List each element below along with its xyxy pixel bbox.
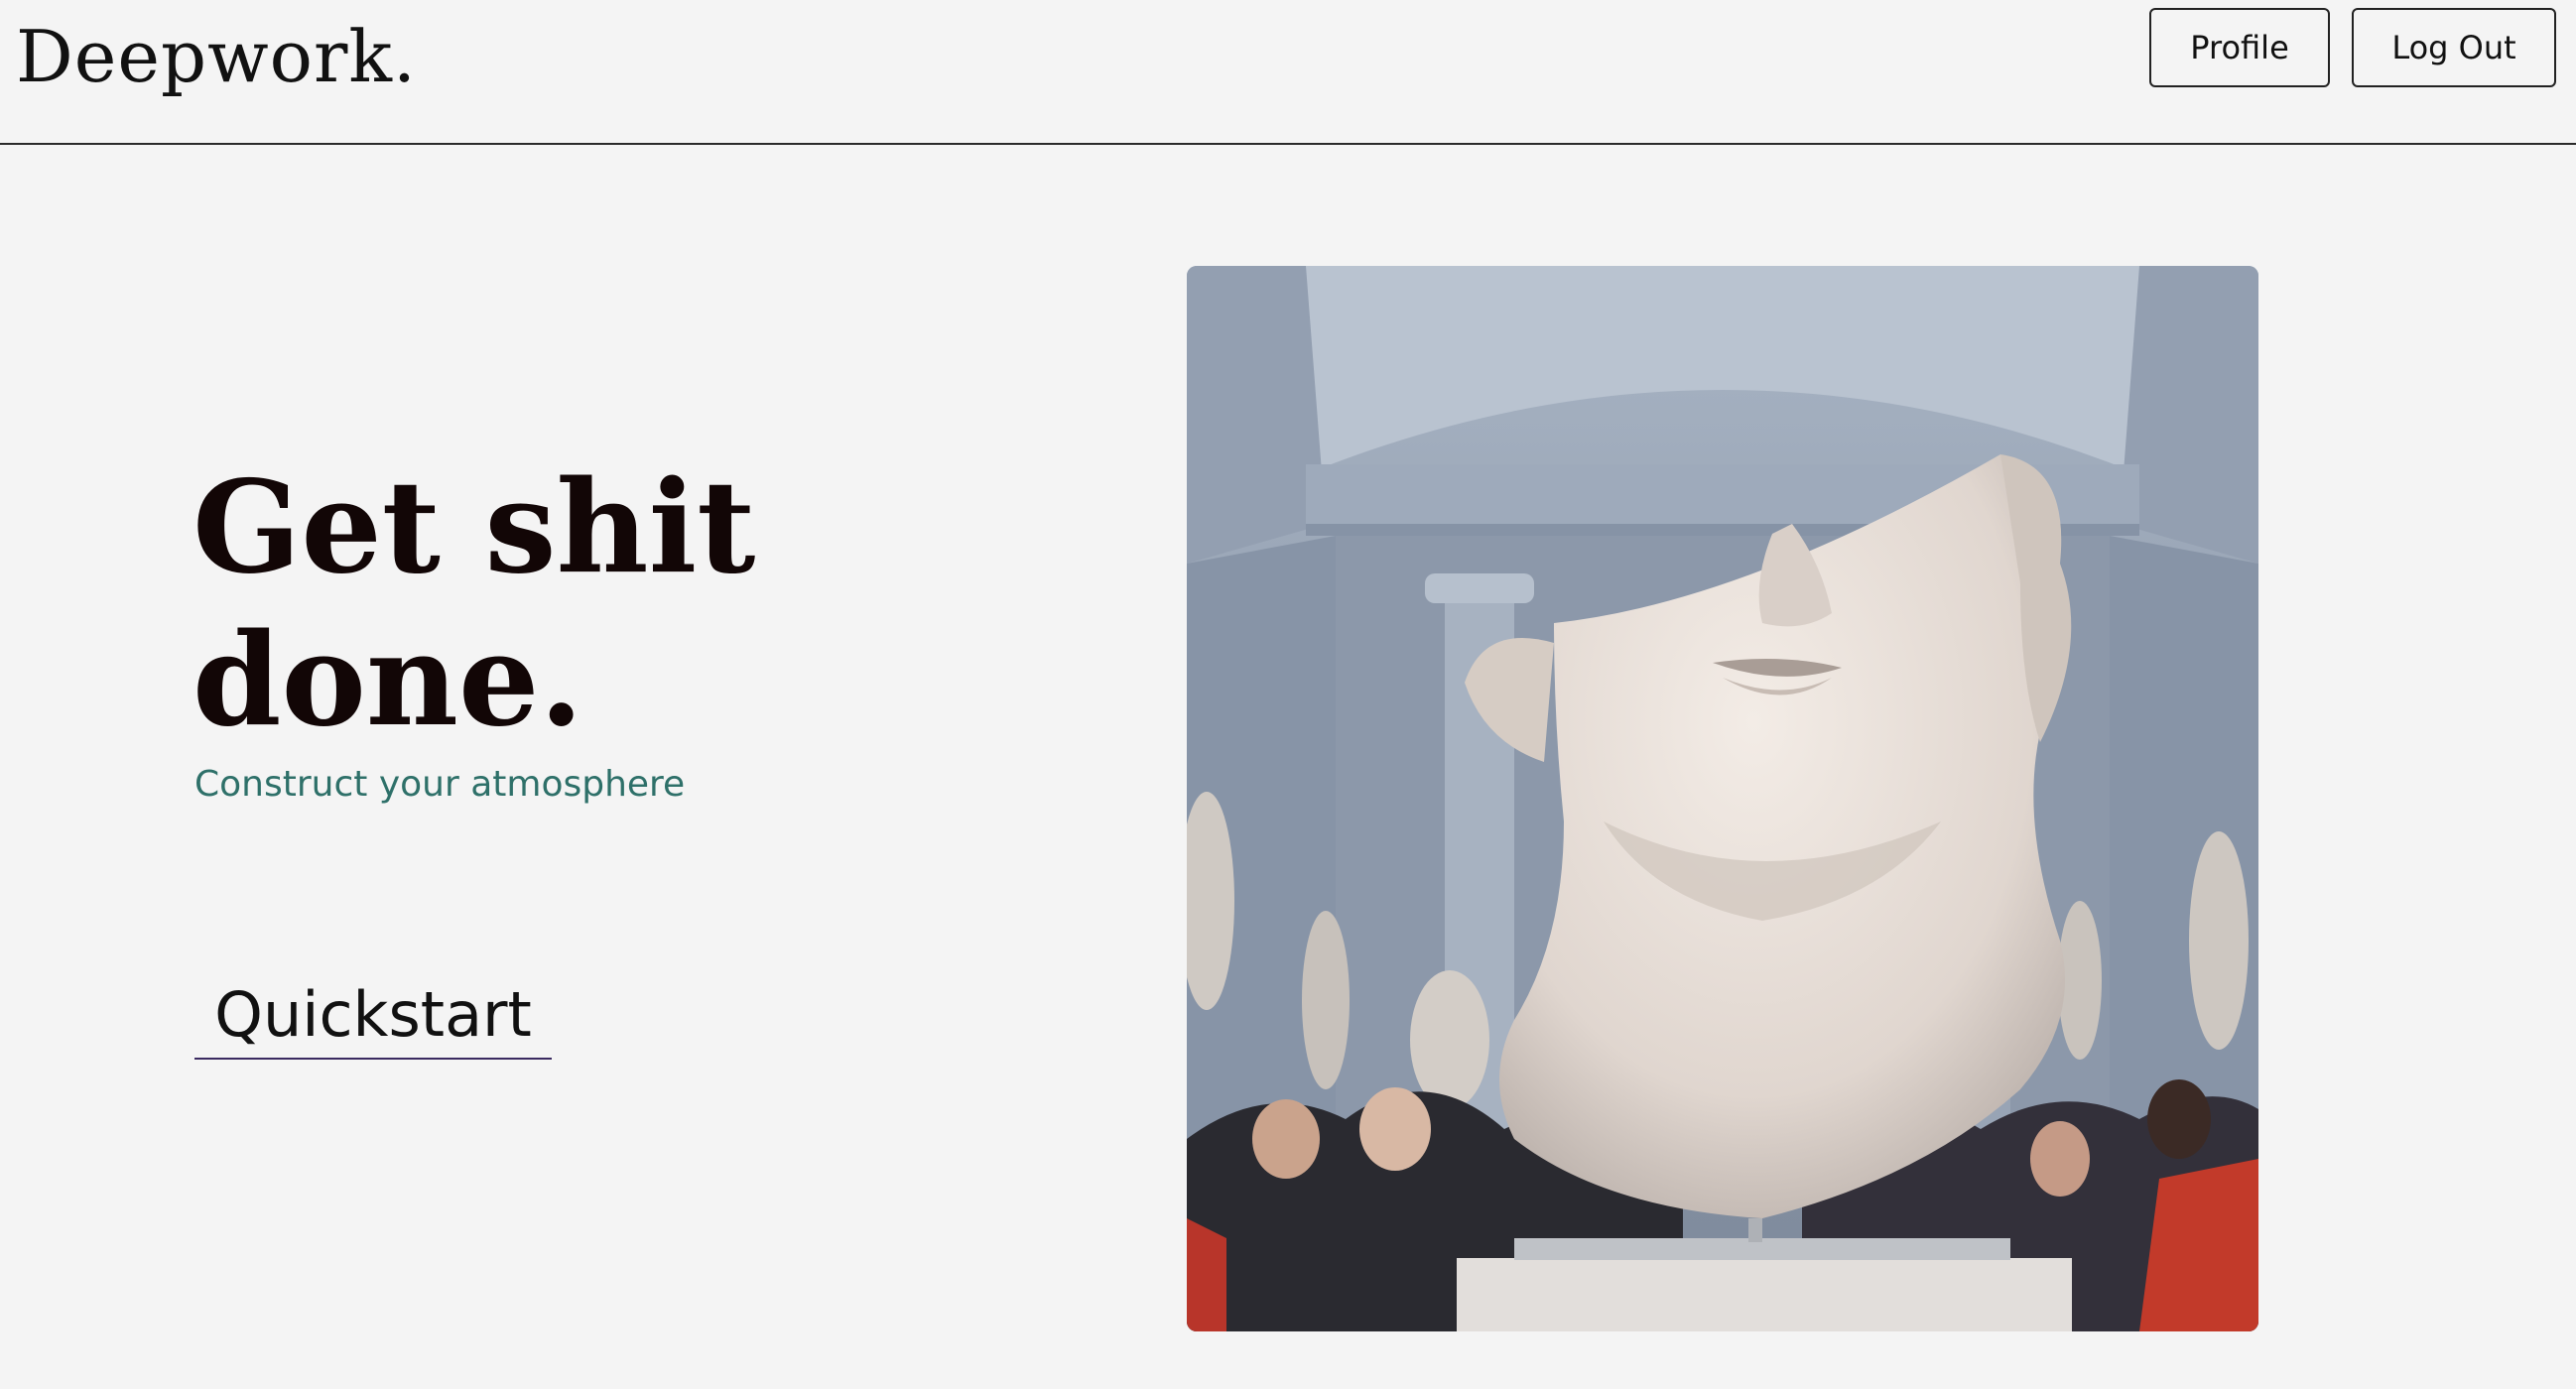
profile-button[interactable]: Profile xyxy=(2149,8,2330,87)
hero-image xyxy=(1187,266,2258,1331)
quickstart-button[interactable]: Quickstart xyxy=(194,970,552,1060)
app-logo[interactable]: Deepwork. xyxy=(16,14,417,99)
hero-subtitle: Construct your atmosphere xyxy=(194,764,686,805)
marble-bust-illustration xyxy=(1187,266,2258,1331)
log-out-button[interactable]: Log Out xyxy=(2352,8,2556,87)
top-nav-bar: Deepwork. Profile Log Out xyxy=(0,0,2576,145)
hero-title: Get shit done. xyxy=(193,453,756,755)
